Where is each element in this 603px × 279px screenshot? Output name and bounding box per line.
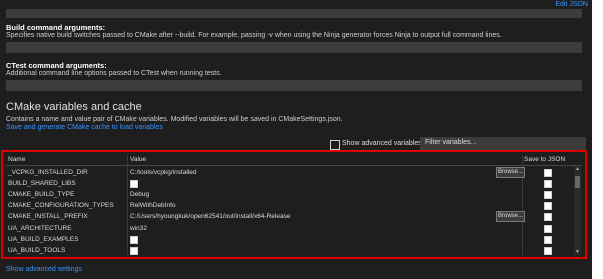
ctest-args-description: Additional command line options passed t… [6, 70, 222, 77]
show-advanced-settings-link[interactable]: Show advanced settings [6, 266, 82, 273]
highlight-frame [1, 150, 587, 259]
cmake-vars-title: CMake variables and cache [6, 101, 142, 113]
show-advanced-variables-checkbox[interactable] [330, 140, 340, 150]
filter-variables-placeholder: Filter variables... [425, 139, 477, 146]
edit-json-link[interactable]: Edit JSON [555, 1, 588, 8]
build-args-title: Build command arguments: [6, 23, 106, 32]
filter-variables-input[interactable]: Filter variables... [420, 137, 586, 150]
cmake-vars-description: Contains a name and value pair of CMake … [6, 116, 343, 123]
build-args-description: Specifies native build switches passed t… [6, 32, 502, 39]
save-generate-cache-link[interactable]: Save and generate CMake cache to load va… [6, 124, 163, 131]
top-field[interactable] [6, 9, 582, 18]
build-args-input[interactable] [6, 42, 582, 53]
show-advanced-variables-label: Show advanced variables [342, 140, 422, 147]
ctest-args-title: CTest command arguments: [6, 61, 107, 70]
ctest-args-input[interactable] [6, 80, 582, 91]
